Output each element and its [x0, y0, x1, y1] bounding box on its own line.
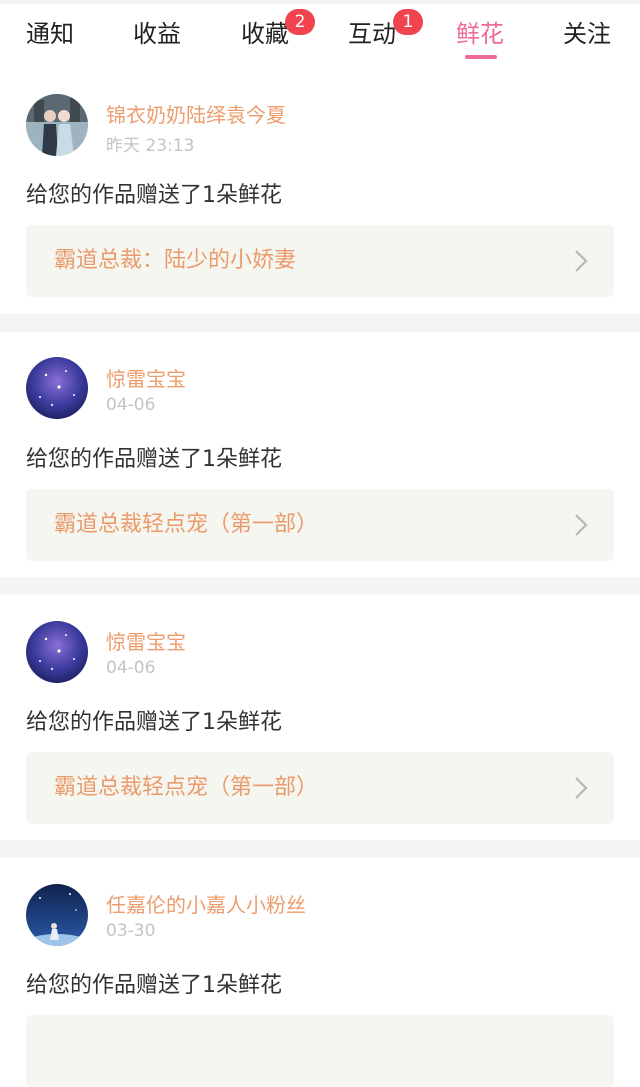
tab-interactions[interactable]: 互动 1 — [348, 9, 423, 54]
unread-badge: 1 — [393, 9, 423, 35]
avatar[interactable] — [26, 357, 88, 419]
username[interactable]: 任嘉伦的小嘉人小粉丝 — [106, 889, 306, 918]
tab-label: 收藏 — [241, 20, 289, 48]
tab-notifications[interactable]: 通知 — [26, 14, 74, 54]
section-divider — [0, 577, 640, 595]
tab-label: 鲜花 — [456, 20, 504, 48]
avatar[interactable] — [26, 884, 88, 946]
tab-bar: 通知 收益 收藏 2 互动 1 鲜花 关注 — [0, 0, 640, 64]
tab-label: 互动 — [348, 20, 396, 48]
chevron-right-icon — [575, 777, 588, 799]
username[interactable]: 锦衣奶奶陆绎袁今夏 — [106, 99, 286, 128]
tab-follows[interactable]: 关注 — [563, 14, 611, 54]
section-divider — [0, 314, 640, 332]
active-tab-indicator — [465, 55, 497, 59]
work-card[interactable] — [26, 1015, 614, 1087]
tab-earnings[interactable]: 收益 — [133, 14, 181, 54]
work-title: 霸道总裁：陆少的小娇妻 — [54, 248, 297, 273]
notification-message: 给您的作品赠送了1朵鲜花 — [26, 447, 282, 472]
timestamp: 昨天 23:13 — [106, 136, 195, 156]
work-card[interactable]: 霸道总裁轻点宠（第一部） — [26, 489, 614, 561]
notification-message: 给您的作品赠送了1朵鲜花 — [26, 710, 282, 735]
timestamp: 04-06 — [106, 395, 156, 415]
timestamp: 04-06 — [106, 658, 156, 678]
work-card[interactable]: 霸道总裁轻点宠（第一部） — [26, 752, 614, 824]
unread-badge: 2 — [285, 9, 315, 35]
work-title: 霸道总裁轻点宠（第一部） — [54, 512, 319, 537]
section-divider — [0, 840, 640, 858]
timestamp: 03-30 — [106, 921, 156, 941]
tab-flowers[interactable]: 鲜花 — [456, 14, 504, 54]
tab-label: 收益 — [133, 20, 181, 48]
username[interactable]: 惊雷宝宝 — [106, 363, 186, 392]
tab-favorites[interactable]: 收藏 2 — [241, 9, 315, 54]
avatar[interactable] — [26, 94, 88, 156]
tab-label: 关注 — [563, 20, 611, 48]
chevron-right-icon — [575, 250, 588, 272]
notification-message: 给您的作品赠送了1朵鲜花 — [26, 183, 282, 208]
chevron-right-icon — [575, 514, 588, 536]
work-title: 霸道总裁轻点宠（第一部） — [54, 775, 319, 800]
tab-label: 通知 — [26, 20, 74, 48]
username[interactable]: 惊雷宝宝 — [106, 626, 186, 655]
avatar[interactable] — [26, 621, 88, 683]
notification-message: 给您的作品赠送了1朵鲜花 — [26, 973, 282, 998]
work-card[interactable]: 霸道总裁：陆少的小娇妻 — [26, 225, 614, 297]
